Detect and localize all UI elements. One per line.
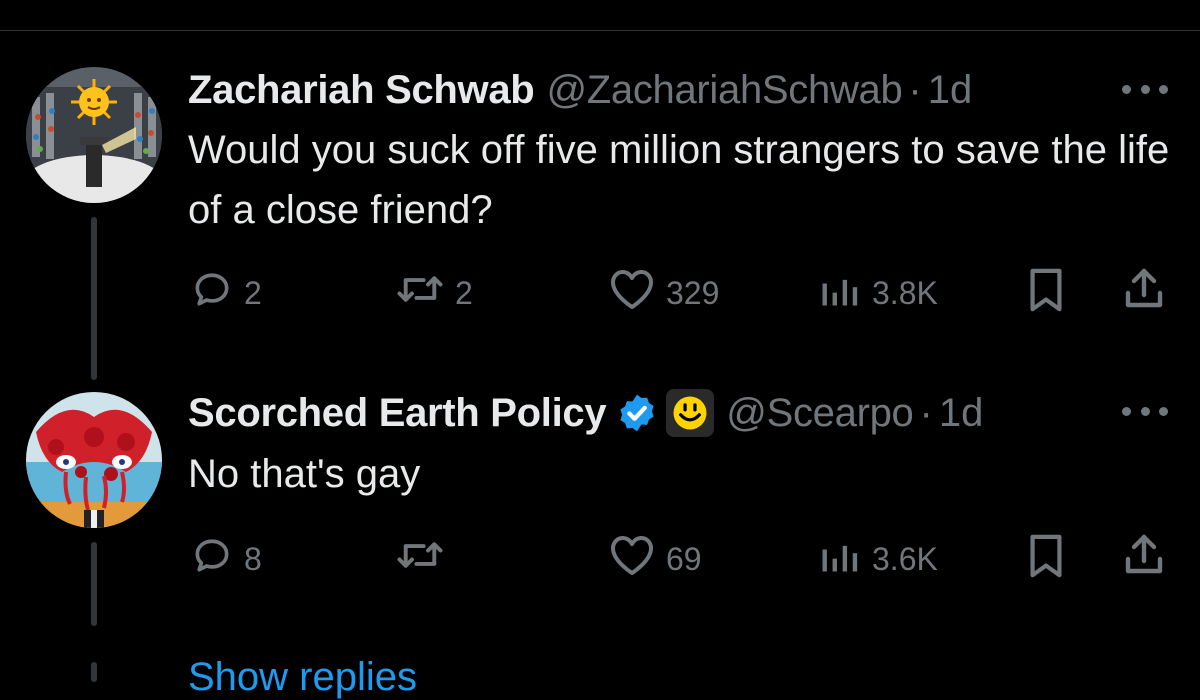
reply-button[interactable]: 2 [190,267,262,319]
bar-chart-icon [816,267,862,319]
bookmark-button[interactable] [1026,267,1066,321]
tweet-2[interactable]: Scorched Earth Policy @Scearpo · 1d No t… [0,380,1200,640]
share-upload-icon [1120,531,1168,587]
thread-line [91,542,97,626]
repost-arrows-icon [395,267,445,319]
views-button[interactable]: 3.6K [816,533,938,585]
more-dots-icon[interactable] [1122,401,1168,421]
reply-button[interactable]: 8 [190,533,262,585]
bookmark-icon [1026,267,1066,321]
share-upload-icon [1120,265,1168,321]
bookmark-icon [1026,533,1066,587]
repost-arrows-icon [395,533,445,585]
display-name[interactable]: Zachariah Schwab [188,66,535,114]
views-count: 3.8K [872,274,938,311]
heart-icon [608,267,656,319]
views-button[interactable]: 3.8K [816,267,938,319]
like-count: 69 [666,540,702,577]
bookmark-button[interactable] [1026,533,1066,587]
thread-line-stub [91,662,97,682]
user-handle[interactable]: @Scearpo [726,389,914,437]
repost-button[interactable]: 2 [395,267,473,319]
reply-bubble-icon [190,267,234,319]
like-count: 329 [666,274,720,311]
views-count: 3.6K [872,540,938,577]
timestamp[interactable]: 1d [928,66,973,114]
bar-chart-icon [816,533,862,585]
timestamp[interactable]: 1d [939,389,984,437]
reply-count: 8 [244,540,262,577]
thread-line [91,217,97,380]
smiley-face-icon[interactable] [666,389,715,437]
avatar-scorched-earth[interactable] [26,392,162,528]
display-name[interactable]: Scorched Earth Policy [188,389,607,437]
tweet-1[interactable]: Zachariah Schwab @ZachariahSchwab · 1d W… [0,0,1200,380]
heart-icon [608,533,656,585]
more-dots-icon[interactable] [1122,79,1168,99]
tweet-header: Zachariah Schwab @ZachariahSchwab · 1d [188,66,972,114]
show-replies-link[interactable]: Show replies [188,655,417,700]
share-button[interactable] [1120,531,1168,587]
tweet-text: No that's gay [188,452,421,496]
avatar-image [26,67,162,203]
tweet-text: Would you suck off five million stranger… [188,128,1170,232]
like-button[interactable]: 69 [608,533,702,585]
repost-count: 2 [455,274,473,311]
reply-count: 2 [244,274,262,311]
reply-bubble-icon [190,533,234,585]
share-button[interactable] [1120,265,1168,321]
like-button[interactable]: 329 [608,267,719,319]
verified-check-icon[interactable] [616,392,658,434]
separator-dot: · [908,68,922,112]
avatar-zachariah[interactable] [26,67,162,203]
tweet-header: Scorched Earth Policy @Scearpo · 1d [188,389,983,437]
repost-button[interactable] [395,533,455,585]
avatar-image [26,392,162,528]
user-handle[interactable]: @ZachariahSchwab [546,66,902,114]
separator-dot: · [919,391,933,435]
